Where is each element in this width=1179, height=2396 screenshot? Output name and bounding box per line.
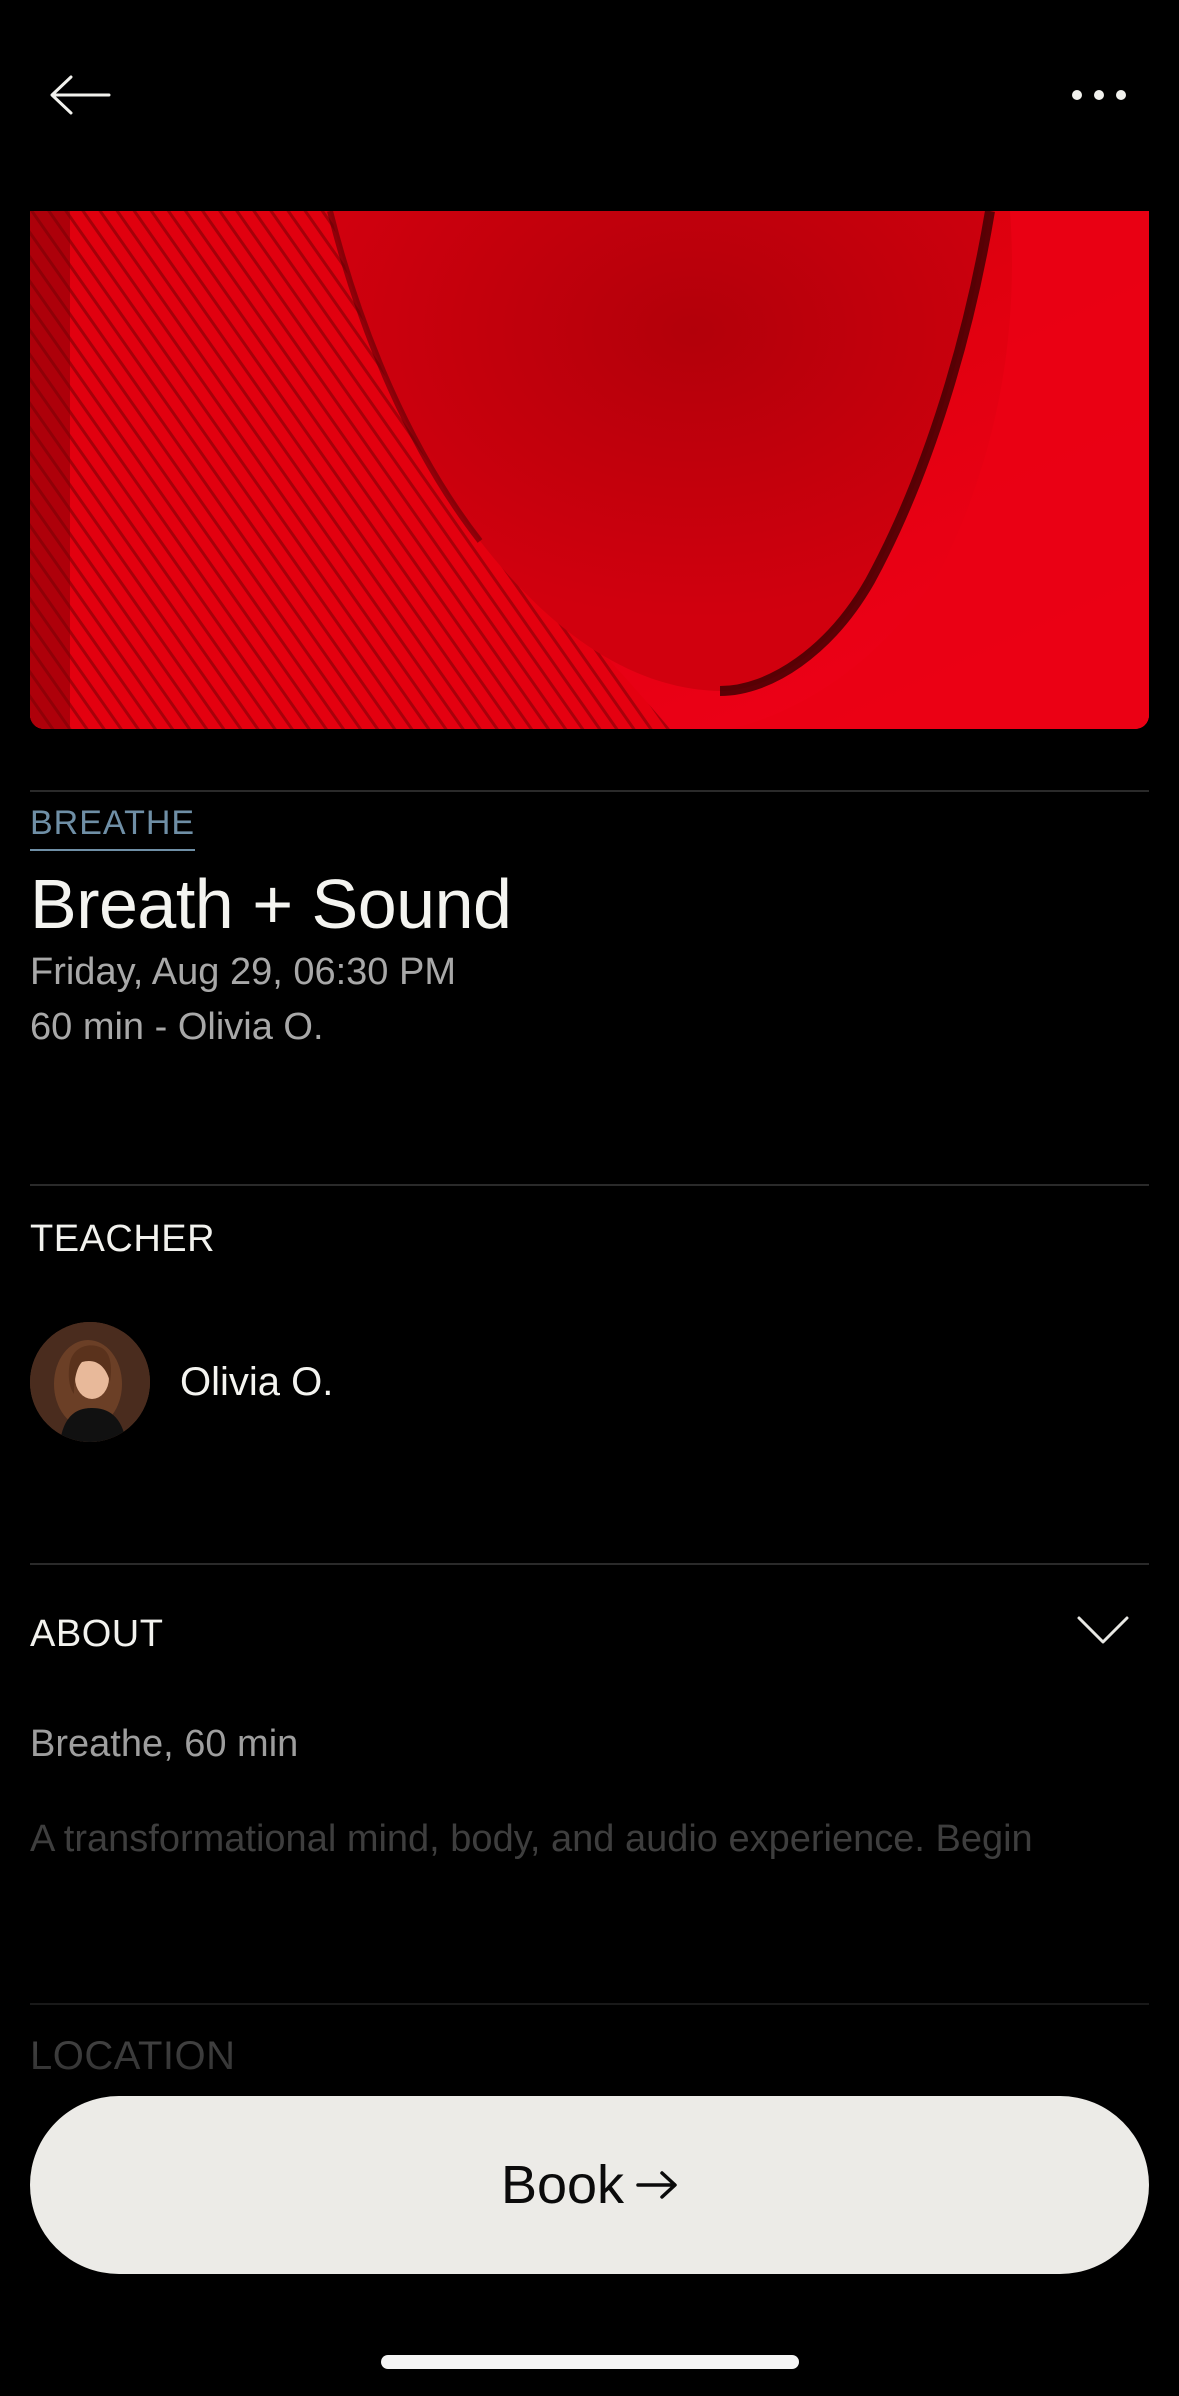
divider <box>30 2003 1149 2005</box>
about-subtitle: Breathe, 60 min <box>30 1723 299 1765</box>
arrow-left-icon <box>50 75 111 115</box>
teacher-name: Olivia O. <box>180 1359 334 1404</box>
about-expand-toggle[interactable] <box>1075 1610 1131 1650</box>
book-button[interactable]: Book <box>30 2096 1149 2274</box>
teacher-avatar <box>30 1322 150 1442</box>
location-section-label: LOCATION <box>30 2034 236 2078</box>
chevron-down-icon <box>1077 1616 1129 1644</box>
about-description: A transformational mind, body, and audio… <box>30 1818 1033 1860</box>
book-button-label: Book <box>500 2155 625 2215</box>
class-title: Breath + Sound <box>30 865 512 943</box>
teacher-row[interactable]: Olivia O. <box>30 1322 333 1442</box>
about-section-label[interactable]: ABOUT <box>30 1610 163 1658</box>
class-duration-teacher: 60 min - Olivia O. <box>30 1006 324 1048</box>
top-bar <box>0 0 1179 200</box>
divider <box>30 1563 1149 1565</box>
more-options-button[interactable] <box>1049 45 1149 145</box>
class-category-link[interactable]: BREATHE <box>30 803 196 851</box>
arrow-right-icon <box>636 2171 677 2199</box>
more-horizontal-icon <box>1072 90 1126 100</box>
divider <box>30 1184 1149 1186</box>
back-button[interactable] <box>30 45 130 145</box>
class-datetime: Friday, Aug 29, 06:30 PM <box>30 951 456 993</box>
home-indicator[interactable] <box>381 2355 799 2369</box>
divider <box>30 790 1149 792</box>
teacher-section-label: TEACHER <box>30 1218 216 1260</box>
class-hero-image <box>30 211 1149 729</box>
